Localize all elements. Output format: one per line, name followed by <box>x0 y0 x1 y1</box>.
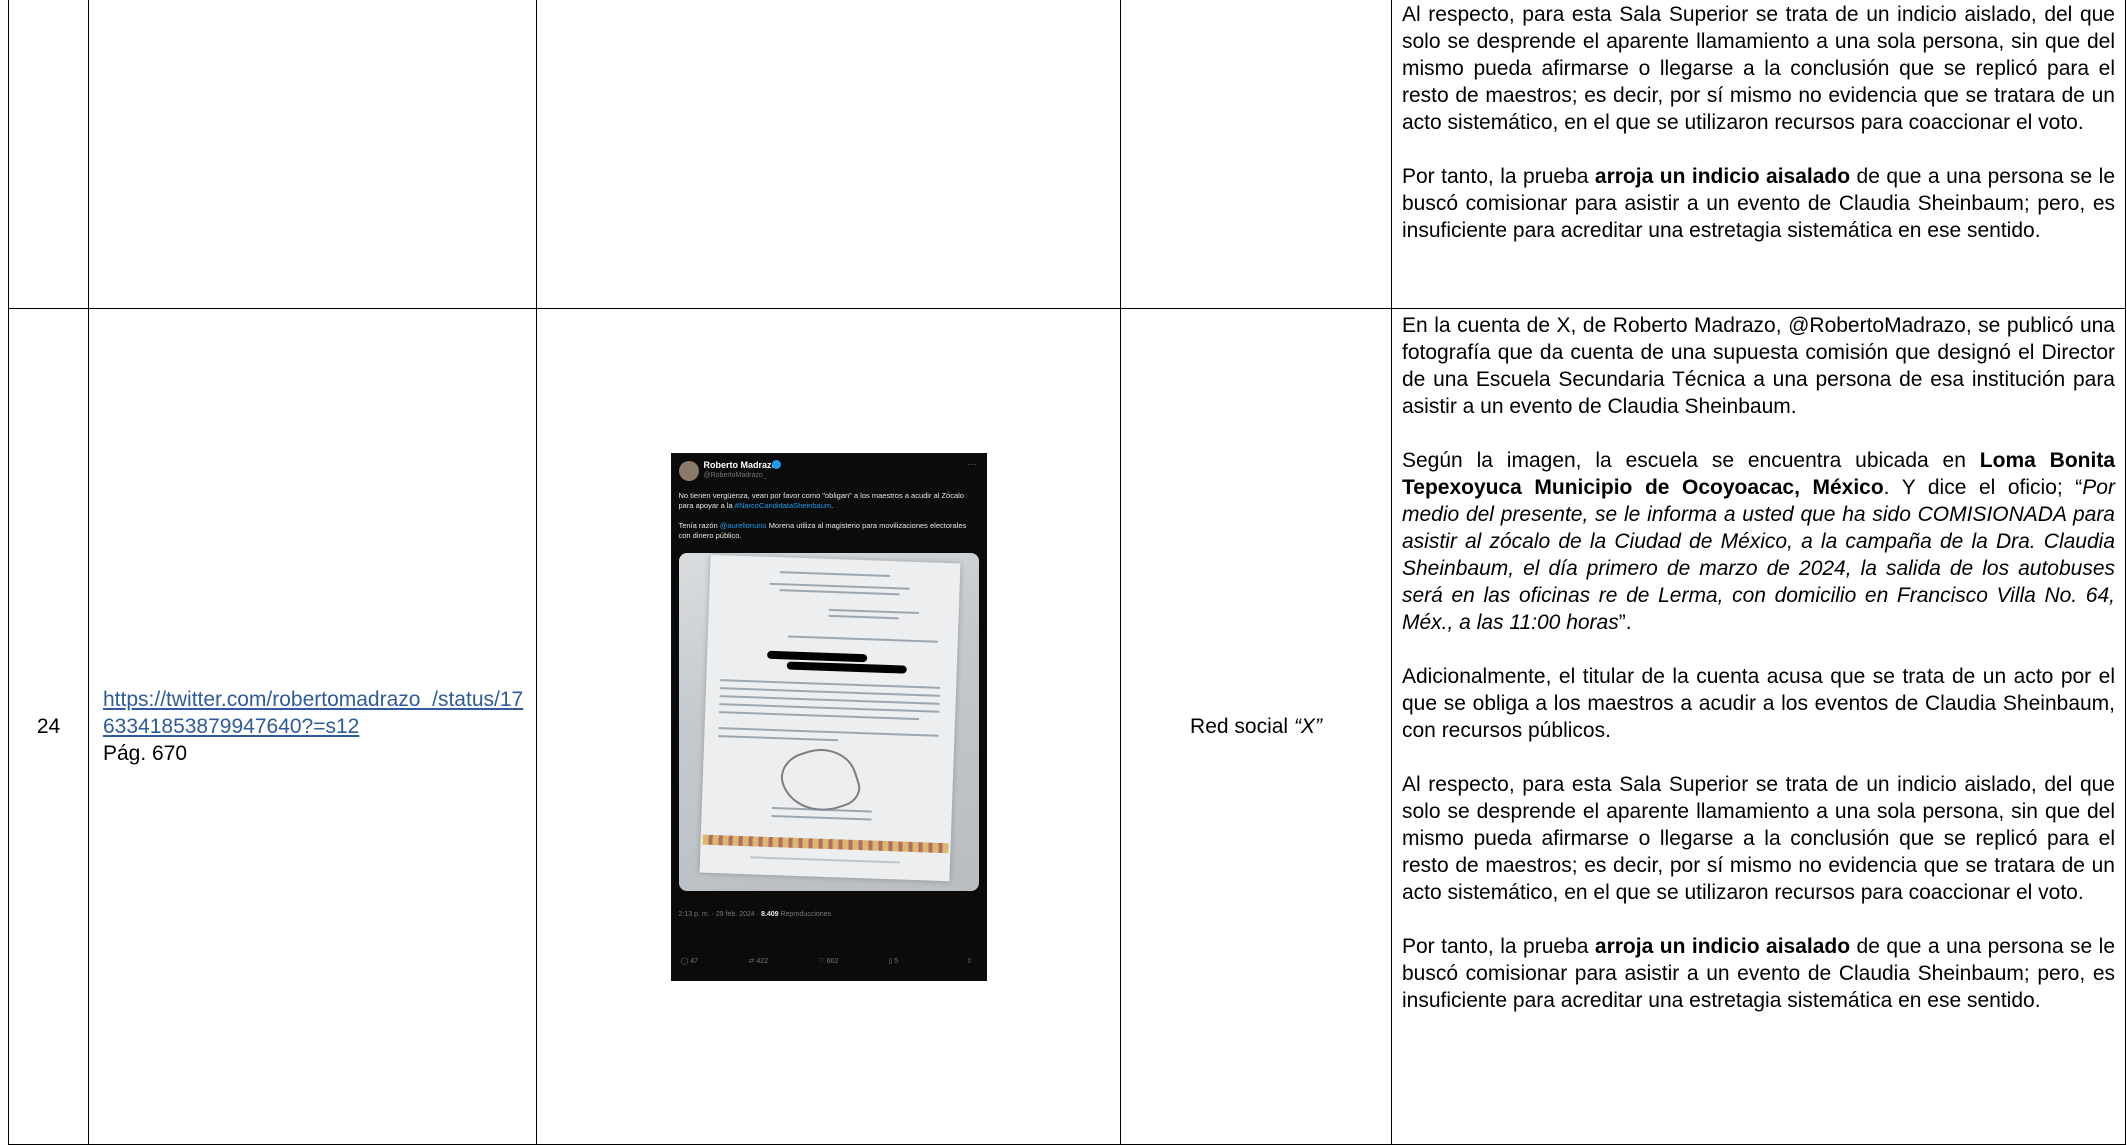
evidence-table: Al respecto, para esta Sala Superior se … <box>8 0 2126 1145</box>
reply-icon: ◯ 47 <box>680 958 699 965</box>
analysis-conclusion: Por tanto, la prueba arroja un indicio a… <box>1402 165 2115 242</box>
like-icon: ♡ 602 <box>818 958 839 965</box>
analysis-paragraph: Al respecto, para esta Sala Superior se … <box>1402 3 2115 134</box>
table-row: Al respecto, para esta Sala Superior se … <box>8 0 2126 309</box>
bookmark-icon: ▯ 5 <box>888 958 899 965</box>
image-cell <box>536 0 1121 309</box>
bold-phrase: arroja un indicio aisalado <box>1594 165 1851 188</box>
official-letter-image <box>699 554 960 882</box>
tweet-meta: 2:13 p. m. · 29 feb. 2024 · 8.409 Reprod… <box>678 911 832 918</box>
medio-cell <box>1120 0 1392 309</box>
link-cell <box>88 0 537 309</box>
image-cell: Roberto Madrazo @RobertoMadrazo_ ··· No … <box>536 308 1121 1145</box>
verified-badge-icon <box>771 460 781 469</box>
decorative-band <box>702 834 949 854</box>
document-photo <box>678 553 979 891</box>
tweet-text: No tienen vergüenza, vean por favor como… <box>678 491 967 540</box>
analysis-conclusion: Por tanto, la prueba arroja un indicio a… <box>1402 935 2115 1012</box>
medio-cell: Red social “X” <box>1120 308 1392 1145</box>
analysis-paragraph: Al respecto, para esta Sala Superior se … <box>1402 773 2115 904</box>
tweet-handle: @RobertoMadrazo_ <box>703 472 767 479</box>
tweet-actions: ◯ 47 ⇄ 422 ♡ 602 ▯ 5 ⇧ <box>679 957 979 971</box>
hashtag: #NarcoCandidataSheinbaum <box>734 501 832 510</box>
tweet-link[interactable]: https://twitter.com/robertomadrazo_/stat… <box>103 688 523 738</box>
row-number-cell <box>8 0 89 309</box>
medio-name: “X” <box>1293 714 1322 738</box>
bold-phrase: arroja un indicio aisalado <box>1594 935 1851 958</box>
analysis-paragraph: Adicionalmente, el titular de la cuenta … <box>1402 665 2115 742</box>
avatar <box>678 461 699 481</box>
page-reference: Pág. 670 <box>103 742 188 765</box>
repost-icon: ⇄ 422 <box>748 958 769 965</box>
link-cell: https://twitter.com/robertomadrazo_/stat… <box>88 308 537 1145</box>
analysis-paragraph: Según la imagen, la escuela se encuentra… <box>1402 449 2115 634</box>
row-number-cell: 24 <box>8 308 89 1145</box>
tweet-author: Roberto Madrazo <box>703 460 778 470</box>
analysis-cell: En la cuenta de X, de Roberto Madrazo, @… <box>1391 308 2126 1145</box>
mention: @aurelionuno <box>719 521 767 530</box>
quoted-letter: Por medio del presente, se le informa a … <box>1402 476 2115 634</box>
share-icon: ⇧ <box>966 958 973 965</box>
tweet-screenshot: Roberto Madrazo @RobertoMadrazo_ ··· No … <box>670 453 987 981</box>
analysis-paragraph: En la cuenta de X, de Roberto Madrazo, @… <box>1402 314 2115 418</box>
analysis-cell: Al respecto, para esta Sala Superior se … <box>1391 0 2126 309</box>
table-row: 24 https://twitter.com/robertomadrazo_/s… <box>8 308 2126 1145</box>
more-options-icon: ··· <box>967 459 977 469</box>
